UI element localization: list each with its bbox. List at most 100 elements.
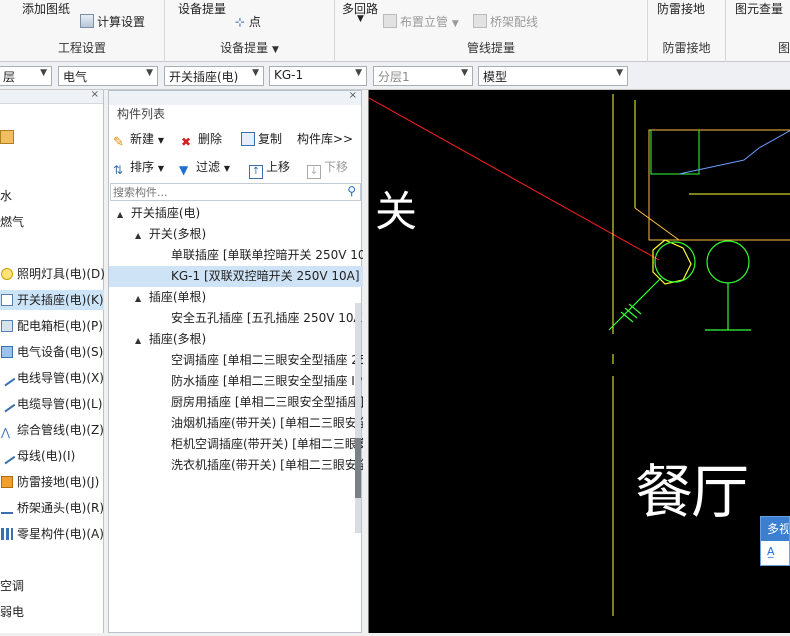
ribbon-group-lightning: 防雷接地 防雷接地 — [648, 0, 726, 62]
tree-item-water[interactable]: 水 — [0, 186, 104, 206]
component-item[interactable]: 油烟机插座(带开关) [单相二三眼安全型] — [109, 413, 363, 434]
multiview-title: 多视 — [761, 517, 789, 541]
switch-icon — [1, 294, 13, 306]
floor-select[interactable]: 层 ▼ — [0, 66, 52, 86]
cable-icon — [0, 395, 16, 413]
tree-group[interactable]: ▲ 插座(单根) — [109, 287, 363, 308]
lightning-protection-button[interactable]: 防雷接地 — [657, 0, 705, 17]
chevron-down-icon: ▼ — [616, 68, 623, 78]
tree-item-switch-socket[interactable]: 开关插座(电)(K) — [0, 290, 104, 310]
tree-item-gas[interactable]: 燃气 — [0, 212, 104, 232]
discipline-select[interactable]: 电气 ▼ — [58, 66, 158, 86]
component-item[interactable]: 安全五孔插座 [五孔插座 250V 10A] — [109, 308, 363, 329]
expand-triangle-icon[interactable]: ▲ — [135, 330, 145, 350]
chevron-down-icon[interactable]: ▼ — [357, 14, 364, 24]
dropdown-arrow-icon[interactable]: ▼ — [272, 45, 279, 55]
tree-node-label: 防水插座 [单相二三眼安全型插座 IP54] — [171, 374, 363, 388]
sort-button[interactable]: ⇅ 排序 ▼ — [113, 158, 164, 177]
filter-button[interactable]: ▼ 过滤 ▼ — [179, 158, 230, 177]
device-extract-button[interactable]: 设备提量 — [178, 0, 226, 17]
move-down-button[interactable]: ↓ 下移 — [307, 158, 348, 179]
component-library-button[interactable]: 构件库>> — [297, 130, 353, 147]
expand-triangle-icon[interactable]: ▲ — [135, 288, 145, 308]
component-search-input[interactable] — [111, 184, 336, 200]
filter-icon: ▼ — [179, 163, 189, 177]
component-list-scrollbar[interactable] — [355, 303, 361, 533]
tree-item-lighting[interactable]: 照明灯具(电)(D) — [0, 264, 105, 284]
chevron-down-icon: ▼ — [146, 68, 153, 78]
component-item[interactable]: 柜机空调插座(带开关) [单相二三眼安全型] — [109, 434, 363, 455]
filter-toolbar: 层 ▼ 电气 ▼ 开关插座(电) ▼ KG-1 ▼ 分层1 ▼ 模型 ▼ — [0, 62, 790, 90]
expand-triangle-icon[interactable]: ▲ — [117, 204, 127, 224]
point-button[interactable]: ⊹ 点 — [235, 13, 261, 30]
component-item[interactable]: 厨房用插座 [单相二三眼安全型插座] — [109, 392, 363, 413]
tree-group[interactable]: ▲ 开关(多根) — [109, 224, 363, 245]
room-label-dining: 餐厅 — [635, 458, 749, 526]
device-icon — [1, 346, 13, 358]
scrollbar-thumb[interactable] — [355, 438, 361, 498]
type-select[interactable]: 开关插座(电) ▼ — [164, 66, 264, 86]
place-riser-button[interactable]: 布置立管 ▼ — [383, 13, 459, 30]
expand-triangle-icon[interactable]: ▲ — [135, 225, 145, 245]
tree-item-electrical-device[interactable]: 电气设备(电)(S) — [0, 342, 104, 362]
tree-item-combined-pipeline[interactable]: ⋀ 综合管线(电)(Z) — [0, 420, 104, 440]
tree-item-busbar[interactable]: 母线(电)(I) — [0, 446, 104, 466]
add-drawing-button[interactable]: 添加图纸 — [22, 0, 70, 17]
tree-item-wire-conduit[interactable]: 电线导管(电)(X) — [0, 368, 104, 388]
tree-node-label: 单联插座 [单联单控暗开关 250V 10A] — [171, 248, 363, 262]
multiview-panel[interactable]: 多视 A̲ — [760, 516, 790, 566]
tree-node-label: 开关插座(电) — [130, 206, 201, 220]
ribbon-group-device: 设备提量 ⊹ 点 设备提量 ▼ — [165, 0, 335, 62]
close-icon[interactable]: × — [349, 90, 357, 101]
delete-button[interactable]: ✖ 删除 — [181, 130, 222, 149]
tree-item-lightning-grounding[interactable]: 防雷接地(电)(J) — [0, 472, 104, 492]
component-select[interactable]: KG-1 ▼ — [269, 66, 367, 86]
component-toolbar-2: ⇅ 排序 ▼ ▼ 过滤 ▼ ↑ 上移 ↓ 下移 — [109, 155, 363, 179]
panel-header: × — [0, 89, 103, 104]
search-icon[interactable]: ⚲ — [347, 184, 356, 198]
switch-wire — [608, 277, 662, 331]
chevron-down-icon: ▼ — [461, 68, 468, 78]
move-up-button[interactable]: ↑ 上移 — [249, 158, 290, 179]
tree-node-label: 洗衣机插座(带开关) [单相二三眼安全型] — [171, 458, 363, 472]
tree-node-label: 油烟机插座(带开关) [单相二三眼安全型] — [171, 416, 363, 430]
tree-group[interactable]: ▲ 插座(多根) — [109, 329, 363, 350]
folder-icon — [0, 130, 14, 144]
component-item[interactable]: 空调插座 [单相二三眼安全型插座 250V] — [109, 350, 363, 371]
component-item[interactable]: KG-1 [双联双控暗开关 250V 10A] — [109, 266, 363, 287]
tree-item-hvac[interactable]: 空调 — [0, 576, 104, 596]
blue-line — [678, 129, 790, 175]
wire-icon — [0, 369, 16, 387]
lamp-icon — [1, 268, 13, 280]
ribbon-group-label: 设备提量 ▼ — [220, 41, 279, 55]
chevron-down-icon: ▼ — [40, 68, 47, 78]
tree-item-tray-fitting[interactable]: 桥架通头(电)(R) — [0, 498, 104, 518]
copy-button[interactable]: 复制 — [241, 130, 282, 147]
component-item[interactable]: 洗衣机插座(带开关) [单相二三眼安全型] — [109, 455, 363, 476]
riser-icon — [383, 14, 397, 28]
tree-node-label: 开关(多根) — [148, 227, 207, 241]
tree-item-low-voltage[interactable]: 弱电 — [0, 602, 104, 622]
element-query-button[interactable]: 图元查量 — [735, 0, 783, 17]
drawing-canvas[interactable]: 关 餐厅 — [368, 90, 790, 633]
tree-item-cable-conduit[interactable]: 电缆导管(电)(L) — [0, 394, 104, 414]
component-item[interactable]: 防水插座 [单相二三眼安全型插座 IP54] — [109, 371, 363, 392]
tree-item-misc-components[interactable]: 零星构件(电)(A) — [0, 524, 104, 544]
close-icon[interactable]: × — [91, 89, 99, 100]
component-item[interactable]: 单联插座 [单联单控暗开关 250V 10A] — [109, 245, 363, 266]
calc-settings-button[interactable]: 计算设置 — [80, 13, 145, 30]
cabinet-icon — [1, 320, 13, 332]
new-button[interactable]: ✎ 新建 ▼ — [113, 130, 164, 150]
ribbon-group-project-settings: 添加图纸 计算设置 工程设置 — [0, 0, 165, 62]
tree-group[interactable]: ▲ 开关插座(电) — [109, 203, 363, 224]
busbar-icon — [0, 447, 16, 465]
mode-select[interactable]: 模型 ▼ — [478, 66, 628, 86]
tree-node-label: 厨房用插座 [单相二三眼安全型插座] — [171, 395, 363, 409]
layer-select[interactable]: 分层1 ▼ — [373, 66, 473, 86]
tray-wiring-button[interactable]: 桥架配线 — [473, 13, 538, 30]
switch-circle — [654, 241, 696, 283]
panel-title: 构件列表 — [117, 107, 166, 121]
tree-node-label: 插座(单根) — [148, 290, 207, 304]
multiview-tool-icon[interactable]: A̲ — [761, 541, 789, 562]
tree-item-distribution-box[interactable]: 配电箱柜(电)(P) — [0, 316, 104, 336]
